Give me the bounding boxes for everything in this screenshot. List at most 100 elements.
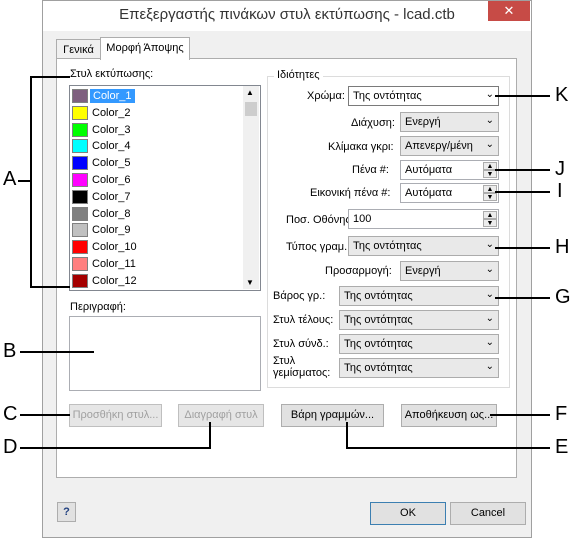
callout-a-bracket <box>30 76 32 288</box>
scroll-thumb[interactable] <box>245 102 257 116</box>
list-item[interactable]: Color_11 <box>72 256 242 272</box>
pen-number-field[interactable]: Αυτόματα ▲ ▼ <box>400 160 499 180</box>
chevron-down-icon: ⌄ <box>485 337 494 348</box>
list-item[interactable]: Color_9 <box>72 222 242 238</box>
color-swatch <box>72 223 88 238</box>
plot-styles-list[interactable]: Color_1 Color_2 Color_3 Color_4 Color_5 Color… <box>69 85 261 291</box>
chevron-down-icon: ⌄ <box>485 313 494 324</box>
lineweights-button[interactable]: Βάρη γραμμών... <box>281 404 384 427</box>
list-item[interactable]: Color_12 <box>72 273 242 289</box>
adaptive-select[interactable]: Ενεργή ⌄ <box>400 261 499 281</box>
endstyle-select[interactable]: Της οντότητας ⌄ <box>339 310 499 330</box>
virtual-pen-field[interactable]: Αυτόματα ▲ ▼ <box>400 183 499 203</box>
dither-label: Διάχυση: <box>351 117 395 129</box>
list-item[interactable]: Color_10 <box>72 239 242 255</box>
lineweight-select[interactable]: Της οντότητας ⌄ <box>339 286 499 306</box>
callout-f-line <box>490 414 550 416</box>
color-value: Της οντότητας <box>353 90 422 102</box>
fillstyle-value: Της οντότητας <box>344 362 413 374</box>
add-style-button[interactable]: Προσθήκη στυλ... <box>69 404 162 427</box>
callout-f: F <box>555 403 568 425</box>
callout-d: D <box>3 436 18 458</box>
cancel-button[interactable]: Cancel <box>450 502 526 525</box>
callout-a-top-line <box>30 76 70 78</box>
endstyle-value: Της οντότητας <box>344 314 413 326</box>
callout-e-line <box>346 447 550 449</box>
virtual-pen-label: Εικονική πένα #: <box>310 187 391 199</box>
list-item[interactable]: Color_6 <box>72 172 242 188</box>
color-swatch <box>72 257 88 271</box>
dither-select[interactable]: Ενεργή ⌄ <box>400 112 499 132</box>
lineweight-value: Της οντότητας <box>344 290 413 302</box>
spin-down-icon[interactable]: ▼ <box>483 193 497 201</box>
pen-value: Αυτόματα <box>405 164 453 176</box>
list-item[interactable]: Color_1 <box>72 88 242 104</box>
callout-k-line <box>495 95 550 97</box>
tab-form-view[interactable]: Μορφή Άποψης <box>100 37 190 60</box>
color-swatch <box>72 139 88 154</box>
linetype-select[interactable]: Της οντότητας ⌄ <box>348 236 499 256</box>
joinstyle-label: Στυλ σύνδ.: <box>273 338 329 350</box>
grayscale-value: Απενεργ/μένη <box>405 140 473 152</box>
description-label: Περιγραφή: <box>70 301 126 313</box>
delete-style-button[interactable]: Διαγραφή στυλ <box>178 404 264 427</box>
color-swatch <box>72 173 88 187</box>
callout-e: E <box>555 436 569 458</box>
endstyle-label: Στυλ τέλους: <box>273 314 334 326</box>
scroll-down-icon[interactable]: ▼ <box>246 278 254 287</box>
list-item[interactable]: Color_8 <box>72 206 242 222</box>
save-as-button[interactable]: Αποθήκευση ως... <box>401 404 497 427</box>
screening-field[interactable]: 100 ▲ ▼ <box>348 209 499 229</box>
chevron-down-icon: ⌄ <box>485 115 494 126</box>
scroll-up-icon[interactable]: ▲ <box>246 88 254 97</box>
joinstyle-select[interactable]: Της οντότητας ⌄ <box>339 334 499 354</box>
linetype-label: Τύπος γραμ.: <box>286 241 351 253</box>
callout-a-bottom-line <box>30 286 70 288</box>
callout-g: G <box>555 286 571 308</box>
callout-i: I <box>557 180 563 202</box>
spin-down-icon[interactable]: ▼ <box>483 219 497 227</box>
color-swatch <box>72 189 88 204</box>
grayscale-select[interactable]: Απενεργ/μένη ⌄ <box>400 136 499 156</box>
help-button[interactable]: ? <box>57 502 76 522</box>
list-item[interactable]: Color_7 <box>72 189 242 205</box>
linetype-value: Της οντότητας <box>353 240 422 252</box>
description-field[interactable] <box>69 316 261 391</box>
list-item-label: Color_10 <box>92 241 137 254</box>
screening-label: Ποσ. Οθόνης: <box>286 214 354 226</box>
tab-general[interactable]: Γενικά <box>56 39 101 59</box>
list-item[interactable]: Color_4 <box>72 138 242 154</box>
chevron-down-icon: ⌄ <box>485 361 494 372</box>
properties-group-label: Ιδιότητες <box>274 69 323 81</box>
callout-h: H <box>555 236 570 258</box>
close-button[interactable]: ✕ <box>488 1 530 21</box>
color-swatch <box>72 206 88 221</box>
list-scrollbar[interactable] <box>243 86 259 289</box>
ok-button[interactable]: OK <box>370 502 446 525</box>
list-item[interactable]: Color_3 <box>72 122 242 138</box>
fillstyle-select[interactable]: Της οντότητας ⌄ <box>339 358 499 378</box>
list-item-label: Color_11 <box>92 258 136 270</box>
spin-down-icon[interactable]: ▼ <box>483 170 497 178</box>
color-swatch <box>72 273 88 288</box>
callout-b: B <box>3 340 17 362</box>
chevron-down-icon: ⌄ <box>485 264 494 275</box>
color-swatch <box>72 122 88 137</box>
adaptive-value: Ενεργή <box>405 265 441 277</box>
fillstyle-label-line2: γεμίσματος: <box>273 367 331 379</box>
color-select[interactable]: Της οντότητας ⌄ <box>348 86 499 106</box>
virtual-pen-value: Αυτόματα <box>405 187 453 199</box>
list-item[interactable]: Color_5 <box>72 155 242 171</box>
dither-value: Ενεργή <box>405 116 441 128</box>
color-swatch <box>72 89 88 103</box>
callout-a: A <box>3 168 17 190</box>
callout-g-line <box>495 297 550 299</box>
callout-j-line <box>495 169 550 171</box>
list-item[interactable]: Color_2 <box>72 105 242 121</box>
chevron-down-icon: ⌄ <box>485 139 494 150</box>
window-title: Επεξεργαστής πινάκων στυλ εκτύπωσης - lc… <box>119 6 455 23</box>
list-item-label: Color_3 <box>92 123 131 136</box>
chevron-down-icon: ⌄ <box>485 239 494 250</box>
spin-up-icon[interactable]: ▲ <box>483 211 497 219</box>
list-item-label: Color_9 <box>92 224 131 237</box>
